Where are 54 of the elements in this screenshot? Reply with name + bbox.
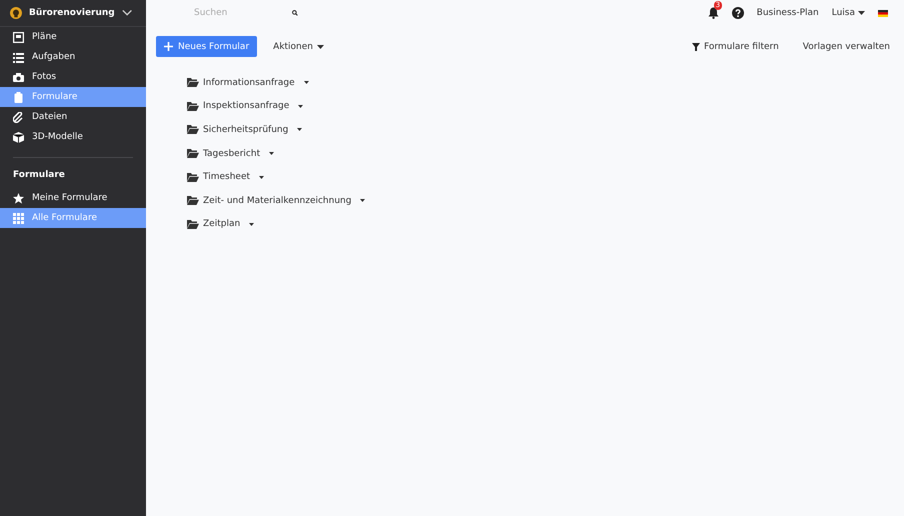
caret-icon	[317, 44, 324, 48]
nav-item[interactable]: 3D-Modelle	[0, 127, 146, 147]
folder-icon	[187, 196, 199, 206]
cube-icon	[13, 132, 24, 142]
caret-icon[interactable]	[259, 176, 264, 179]
project-name[interactable]: Bürorenovierung	[28, 8, 115, 18]
logo-icon	[10, 6, 22, 20]
plus-icon	[164, 42, 173, 51]
caret-icon[interactable]	[297, 128, 302, 132]
folder-icon	[187, 220, 199, 229]
section-title: Formulare	[12, 169, 66, 182]
folder-item[interactable]: Zeit- und Materialkennzeichnung	[187, 188, 904, 213]
nav-item[interactable]: Dateien	[0, 107, 146, 127]
folder-item[interactable]: Timesheet	[187, 165, 904, 189]
search-field[interactable]: Suchen	[192, 7, 292, 19]
help-icon[interactable]	[732, 7, 744, 19]
folder-icon	[187, 102, 199, 111]
user-menu[interactable]: Luisa	[832, 8, 865, 18]
grid-icon	[13, 212, 24, 224]
caret-icon[interactable]	[298, 104, 304, 108]
caret-icon[interactable]	[360, 199, 366, 202]
list-icon	[13, 52, 24, 62]
caret-icon[interactable]	[304, 81, 309, 84]
folder-item[interactable]: Sicherheitsprüfung	[187, 118, 904, 142]
filter-icon	[692, 42, 700, 50]
clip-icon	[13, 112, 24, 122]
caret-icon[interactable]	[269, 152, 274, 156]
caret-icon[interactable]	[249, 222, 254, 226]
folder-item[interactable]: Informationsanfrage	[187, 71, 904, 95]
folder-item[interactable]: Inspektionsanfrage	[187, 94, 904, 118]
flag-icon[interactable]	[878, 10, 888, 16]
nav-item[interactable]: Meine Formulare	[0, 188, 146, 208]
chevron-down-icon[interactable]	[122, 9, 132, 17]
caret-icon	[858, 11, 865, 15]
folder-icon	[187, 172, 199, 182]
new-form-button[interactable]: Neues Formular	[156, 36, 258, 57]
camera-icon	[13, 72, 24, 82]
manage-templates-link[interactable]: Vorlagen verwalten	[802, 42, 890, 52]
nav-item[interactable]: Aufgaben	[0, 47, 146, 67]
bell-icon[interactable]	[708, 7, 719, 19]
filter-button[interactable]: Formulare filtern	[692, 42, 779, 52]
folder-icon	[187, 78, 199, 88]
clipboard-icon	[13, 92, 24, 102]
folder-icon	[187, 149, 199, 158]
plan-icon	[13, 32, 24, 42]
nav-item[interactable]: Fotos	[0, 67, 146, 87]
folder-item[interactable]: Tagesbericht	[187, 142, 904, 166]
search-icon[interactable]	[292, 8, 298, 18]
nav-item[interactable]: Pläne	[0, 27, 146, 47]
folder-item[interactable]: Zeitplan	[187, 212, 904, 236]
actions-menu[interactable]: Aktionen	[273, 42, 324, 52]
folder-icon	[187, 125, 199, 134]
plan-link[interactable]: Business-Plan	[756, 8, 819, 18]
star-icon	[13, 192, 24, 204]
